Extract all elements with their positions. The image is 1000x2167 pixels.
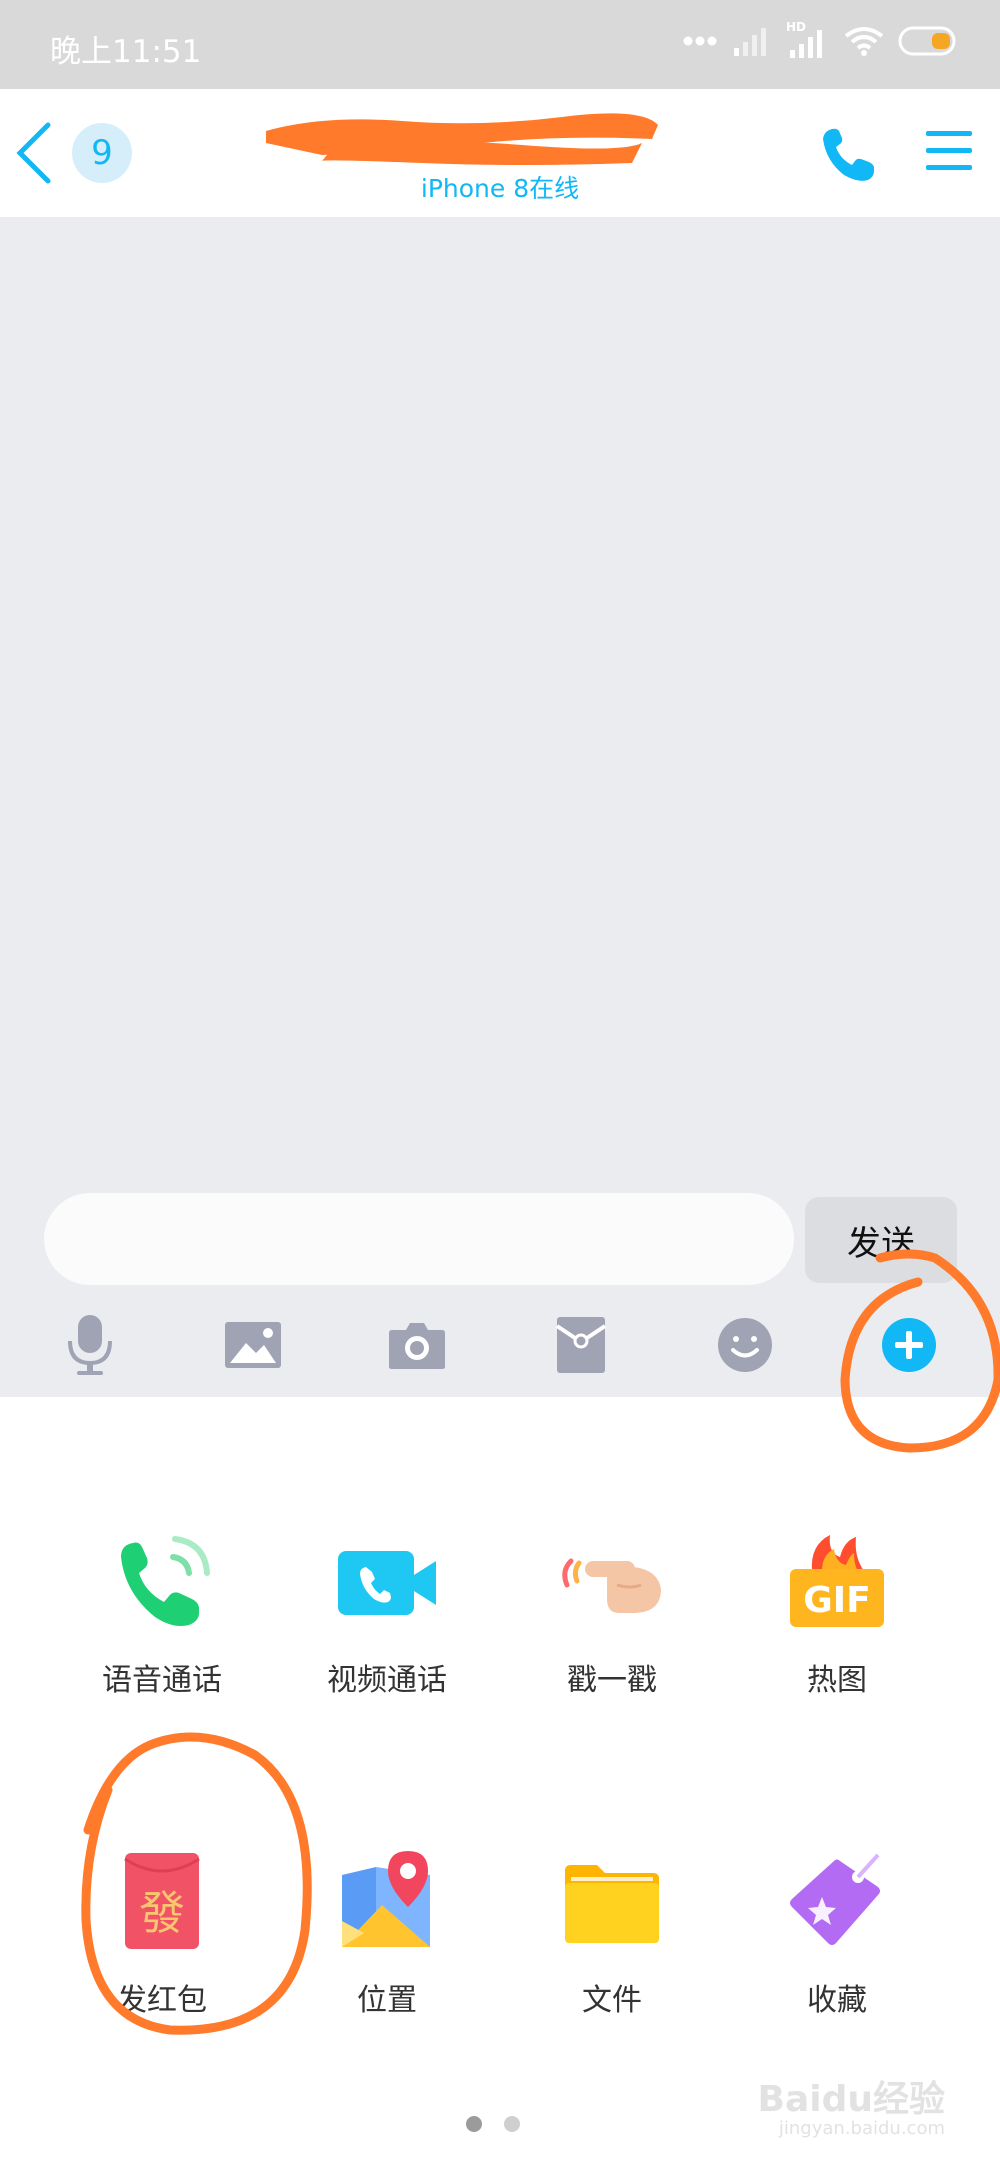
mic-icon: [68, 1315, 112, 1375]
favorites-label: 收藏: [807, 1983, 867, 2018]
message-input[interactable]: [44, 1193, 794, 1285]
red-envelope-icon: 發: [124, 1853, 200, 1949]
signal-weak-icon: [734, 28, 766, 56]
send-button[interactable]: 发送: [805, 1197, 957, 1283]
hot-gif-item[interactable]: GIF 热图: [737, 1527, 937, 1699]
image-icon: [225, 1322, 281, 1368]
image-button[interactable]: [218, 1310, 288, 1380]
wifi-icon: [844, 27, 884, 56]
page-dot-1[interactable]: [466, 2116, 482, 2132]
page-dot-2[interactable]: [504, 2116, 520, 2132]
plus-icon: [882, 1318, 936, 1372]
red-packet-icon: [556, 1317, 606, 1373]
more-functions-panel: 语音通话 视频通话 戳一戳 GIF 热图 發 发红包 位置 文件 收藏: [0, 1397, 1000, 2167]
status-bar: 晚上11:51 HD: [0, 0, 1000, 89]
video-call-icon: [338, 1551, 436, 1615]
camera-icon: [389, 1323, 445, 1369]
voice-call-item[interactable]: 语音通话: [62, 1527, 262, 1699]
signal-hd-icon: HD: [786, 20, 830, 60]
redacted-contact-name: [266, 113, 658, 165]
status-time: 晚上11:51: [50, 34, 202, 70]
more-dots-icon: [683, 36, 717, 46]
baidu-watermark: Baidu经验: [757, 2079, 945, 2120]
red-envelope-item[interactable]: 發 发红包: [62, 1847, 262, 2019]
gif-text: GIF: [803, 1580, 871, 1621]
emoji-button[interactable]: [710, 1310, 780, 1380]
favorites-icon: [790, 1853, 880, 1945]
favorites-item[interactable]: 收藏: [737, 1847, 937, 2019]
chat-header: 9 iPhone 8在线: [0, 89, 1000, 218]
location-icon: [342, 1851, 430, 1947]
red-envelope-label: 发红包: [117, 1983, 207, 2018]
baidu-watermark-url: jingyan.baidu.com: [778, 2118, 945, 2139]
emoji-icon: [718, 1318, 772, 1372]
hot-gif-label: 热图: [807, 1663, 867, 1698]
gif-icon: GIF: [790, 1535, 884, 1627]
battery-icon: [898, 26, 956, 56]
file-item[interactable]: 文件: [512, 1847, 712, 2019]
page-indicator[interactable]: [466, 2116, 520, 2132]
phone-icon[interactable]: [818, 125, 878, 185]
menu-icon[interactable]: [924, 129, 974, 173]
voice-call-label: 语音通话: [102, 1663, 222, 1698]
status-icons: HD: [682, 20, 960, 60]
poke-icon: [562, 1558, 661, 1613]
poke-item[interactable]: 戳一戳: [512, 1527, 712, 1699]
red-packet-button[interactable]: [546, 1310, 616, 1380]
more-button[interactable]: [874, 1310, 944, 1380]
location-item[interactable]: 位置: [287, 1847, 487, 2019]
camera-button[interactable]: [382, 1310, 452, 1380]
video-call-item[interactable]: 视频通话: [287, 1527, 487, 1699]
video-call-label: 视频通话: [327, 1663, 447, 1698]
location-label: 位置: [357, 1983, 417, 2018]
folder-icon: [565, 1865, 659, 1943]
voice-input-button[interactable]: [55, 1310, 125, 1380]
voice-call-icon: [121, 1536, 210, 1626]
file-label: 文件: [582, 1983, 642, 2018]
poke-label: 戳一戳: [567, 1663, 657, 1698]
red-envelope-char: 發: [139, 1886, 185, 1940]
